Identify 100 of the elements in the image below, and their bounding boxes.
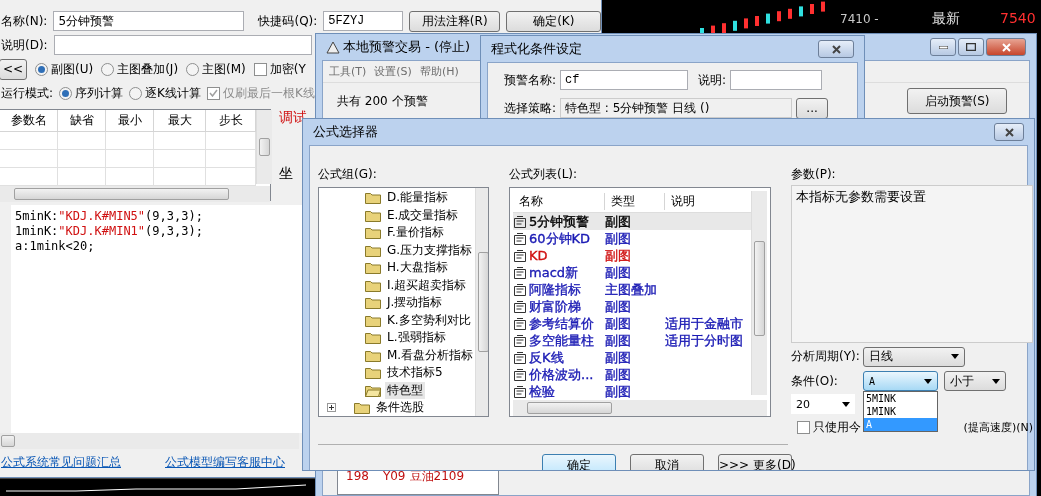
folder-icon <box>365 366 381 380</box>
alert-name-field[interactable]: cf <box>560 70 689 90</box>
description-field[interactable] <box>53 35 312 55</box>
menu-item[interactable]: 设置(S) <box>374 64 412 79</box>
formula-row[interactable]: 参考结算价 副图 适用于金融市 <box>513 315 751 332</box>
checkbox[interactable] <box>253 62 267 76</box>
period-label: 分析周期(Y): <box>791 348 860 365</box>
tree-item[interactable]: E.成交量指标 <box>385 206 461 224</box>
tree-item[interactable]: L.强弱指标 <box>385 329 448 347</box>
checkbox-label: 仅刷最后一根K线 <box>222 84 315 102</box>
formula-row[interactable]: 检验 副图 <box>513 383 751 400</box>
expand-icon[interactable] <box>327 403 336 413</box>
menu-item[interactable]: 工具(T) <box>329 64 367 79</box>
formula-row[interactable]: 价格波动... 副图 <box>513 366 751 383</box>
formula-row[interactable]: macd新 副图 <box>513 264 751 281</box>
code-line: 5minK:"KDJ.K#MIN5"(9,3,3); <box>15 209 204 224</box>
description-label: 说明: <box>698 71 727 89</box>
radio-button[interactable] <box>35 62 48 76</box>
usage-notes-button[interactable]: 用法注释(R) <box>408 10 501 32</box>
threshold-combo[interactable]: 20 <box>791 394 855 414</box>
tree-item[interactable]: D.能量指标 <box>385 189 451 207</box>
tree-item[interactable]: M.看盘分析指标 <box>385 346 476 364</box>
document-icon <box>513 350 527 365</box>
close-button[interactable] <box>818 40 854 58</box>
tree-item[interactable]: J.摆动指标 <box>385 294 445 312</box>
tree-item[interactable]: G.压力支撑指标 <box>385 241 475 259</box>
table-cell: 主图叠加 <box>605 280 657 299</box>
start-alert-button[interactable]: 启动预警(S) <box>907 88 1007 114</box>
latest-price: 7540 <box>1000 10 1036 26</box>
folder-icon <box>365 313 381 327</box>
table-cell: 检验 <box>529 382 555 400</box>
formula-row[interactable]: 阿隆指标 主图叠加 <box>513 281 751 298</box>
close-button[interactable] <box>986 38 1026 56</box>
alert-count: 共有 200 个预警 <box>337 92 428 110</box>
close-button[interactable] <box>994 123 1024 141</box>
radio-button[interactable] <box>59 86 73 100</box>
formula-row[interactable]: 反K线 副图 <box>513 349 751 366</box>
formula-row[interactable]: KD 副图 <box>513 247 751 264</box>
dialog-button[interactable]: 取消 <box>630 454 704 470</box>
tree-item[interactable]: 特色型 <box>385 381 425 399</box>
maximize-button[interactable] <box>958 38 984 56</box>
browse-button[interactable]: ... <box>796 97 829 119</box>
column-header[interactable]: 最大 <box>154 110 206 131</box>
radio-button[interactable] <box>186 62 200 76</box>
tree-item[interactable]: K.多空势利对比 <box>385 311 473 329</box>
operator-select[interactable]: 小于 <box>944 371 1006 391</box>
column-header[interactable]: 最小 <box>106 110 154 131</box>
table-cell: 60分钟KD <box>529 229 591 248</box>
tree-item[interactable]: I.超买超卖指标 <box>385 276 469 294</box>
table-cell: 副图 <box>605 365 631 384</box>
price-axis-label: 7410 - <box>840 12 879 26</box>
column-header[interactable]: 参数名 <box>0 110 58 131</box>
document-icon <box>513 231 527 246</box>
scrollbar[interactable] <box>0 433 299 449</box>
dialog-button[interactable]: 确定 <box>542 454 616 470</box>
formula-row[interactable]: 多空能量柱 副图 适用于分时图 <box>513 332 751 349</box>
dropdown-option[interactable]: 5MINK <box>864 392 937 405</box>
radio-button[interactable] <box>101 62 115 76</box>
scrollbar[interactable] <box>475 188 488 416</box>
window-title: 本地预警交易 - (停止) <box>343 38 471 56</box>
code-editor[interactable]: 5minK:"KDJ.K#MIN5"(9,3,3); 1minK:"KDJ.K#MIN1"(9,3,3); a:1mink<20; <box>11 205 303 433</box>
alert-name-label: 预警名称: <box>504 71 557 89</box>
radio-label: 主图(M) <box>202 60 246 78</box>
tree-item[interactable]: 技术指标5 <box>385 364 445 382</box>
formula-row[interactable]: 财富阶梯 副图 <box>513 298 751 315</box>
scrollbar[interactable] <box>256 110 272 184</box>
folder-icon <box>365 226 381 240</box>
menu-item[interactable]: 帮助(H) <box>419 64 459 79</box>
run-mode-label: 运行模式: <box>1 84 54 102</box>
help-link[interactable]: 公式系统常见问题汇总 <box>1 453 121 471</box>
document-icon <box>513 214 527 229</box>
document-icon <box>513 367 527 382</box>
column-header[interactable]: 名称 <box>513 193 605 210</box>
folder-icon <box>354 401 370 415</box>
name-field[interactable]: 5分钟预警 <box>53 11 245 31</box>
checkbox[interactable] <box>797 420 810 434</box>
dropdown-option[interactable]: 1MINK <box>864 405 937 418</box>
help-link[interactable]: 公式模型编写客服中心 <box>165 453 285 471</box>
period-select[interactable]: 日线 <box>862 346 965 367</box>
radio-button[interactable] <box>129 86 143 100</box>
condition-select[interactable]: A <box>863 371 938 391</box>
collapse-button[interactable]: << <box>0 58 27 80</box>
table-cell: 副图 <box>605 246 631 265</box>
shortcut-field[interactable]: 5FZYJ <box>323 11 403 31</box>
ok-button[interactable]: 确定(K) <box>506 10 601 32</box>
scrollbar[interactable] <box>0 186 270 202</box>
column-header[interactable]: 类型 <box>605 193 665 210</box>
formula-row[interactable]: 5分钟预警 副图 <box>513 213 751 230</box>
column-header[interactable]: 缺省 <box>58 110 106 131</box>
tree-item[interactable]: F.量价指标 <box>385 224 446 242</box>
scrollbar[interactable] <box>751 191 767 395</box>
formula-row[interactable]: 60分钟KD 副图 <box>513 230 751 247</box>
table-cell: Y09 <box>382 469 406 483</box>
description-field[interactable] <box>730 70 823 90</box>
tree-item[interactable]: 条件选股 <box>374 399 426 416</box>
document-icon <box>513 282 527 297</box>
parameters-text: 本指标无参数需要设置 <box>796 188 926 206</box>
warning-icon <box>326 40 340 54</box>
scrollbar[interactable] <box>513 400 767 416</box>
tree-item[interactable]: H.大盘指标 <box>385 259 450 277</box>
